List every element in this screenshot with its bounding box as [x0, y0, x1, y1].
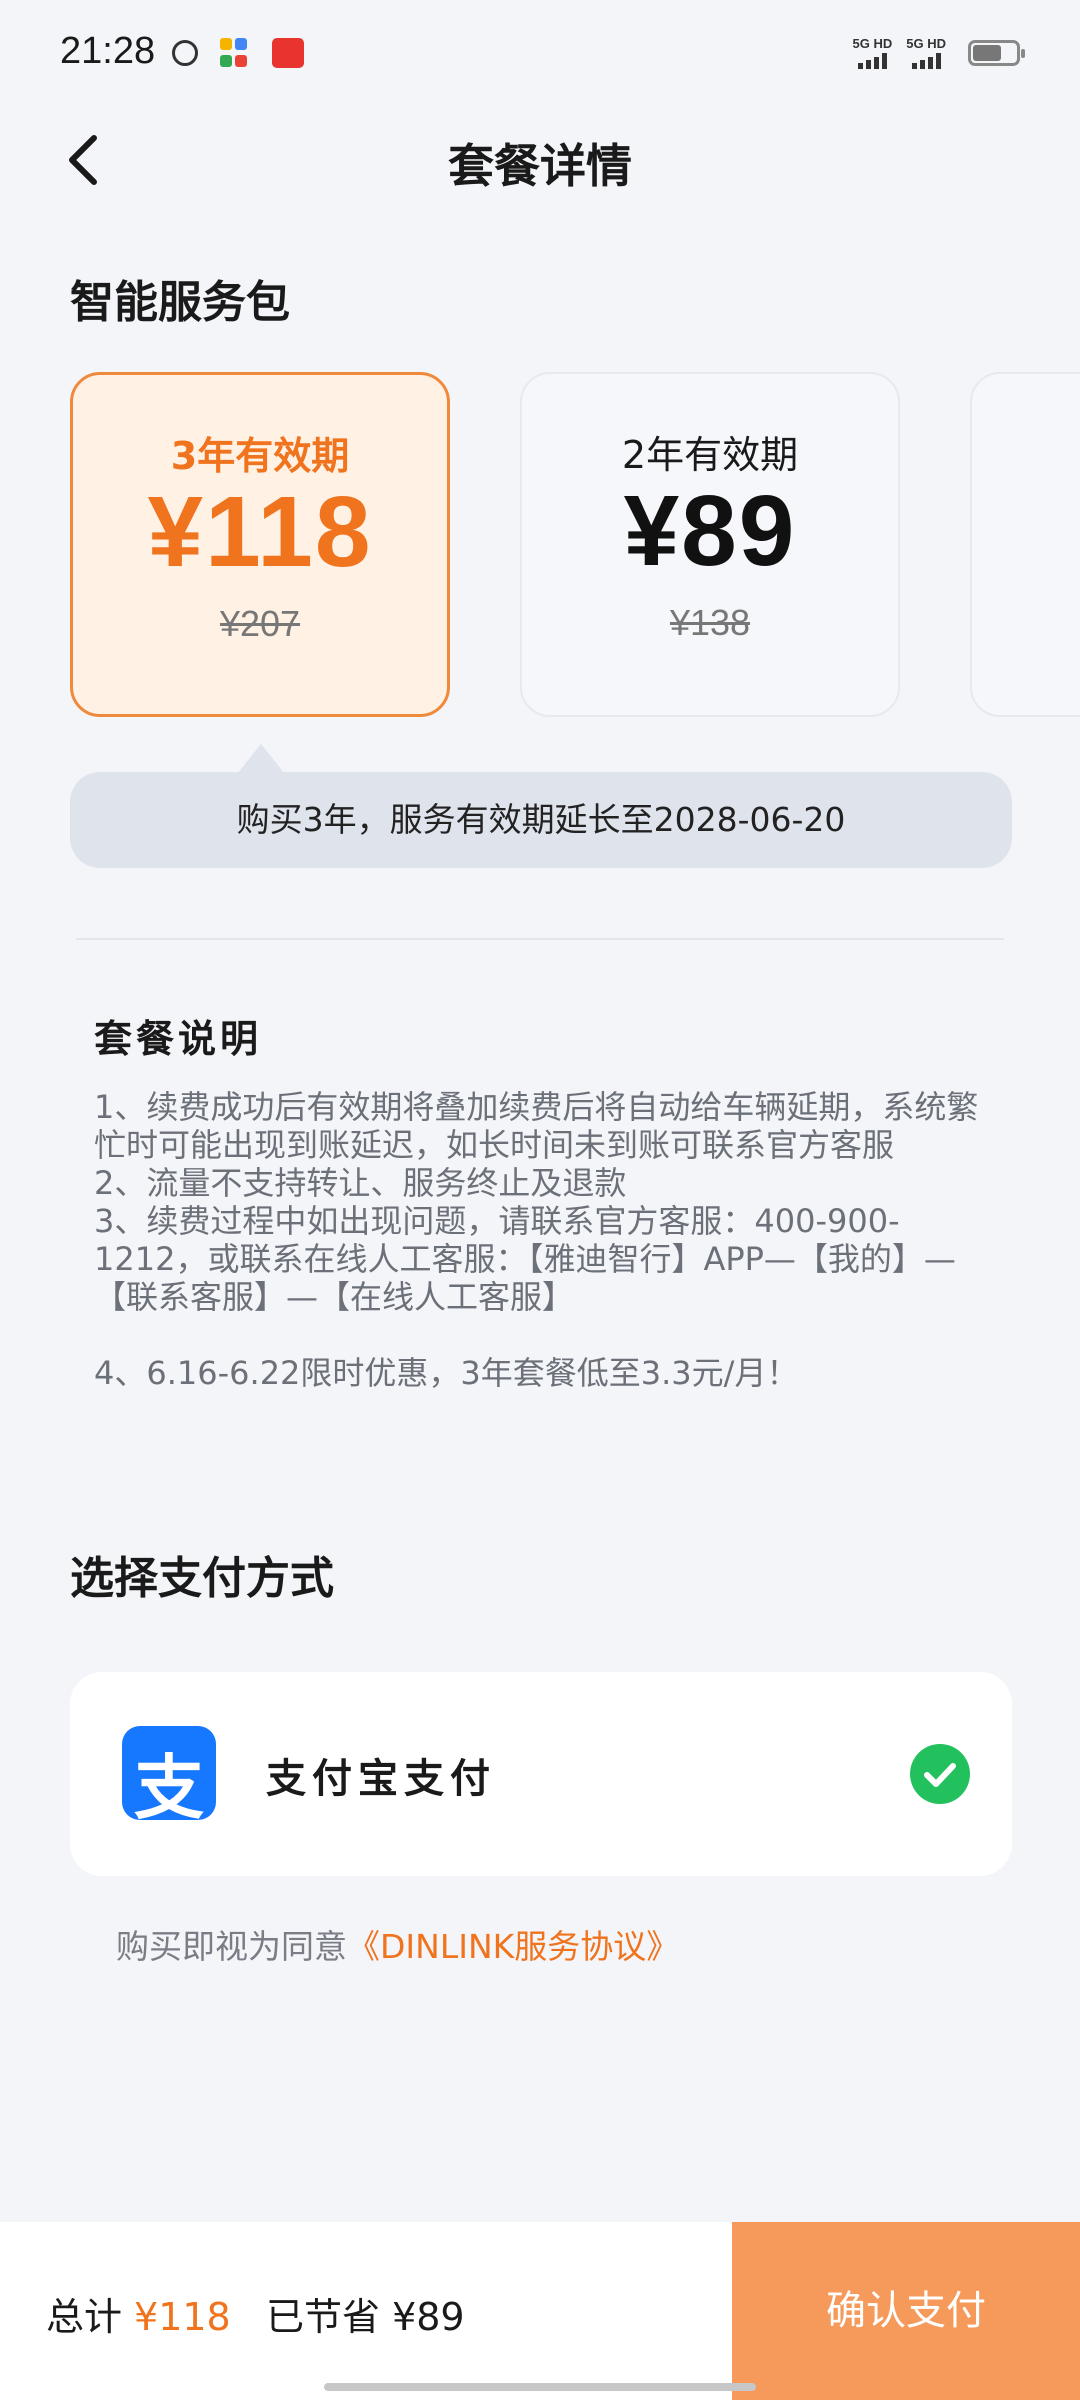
- divider: [76, 938, 1004, 940]
- status-bar: 21:28 5G HD 5G HD: [0, 0, 1080, 110]
- description-title: 套餐说明: [94, 1017, 263, 1061]
- plan-original-price: ¥138: [669, 602, 751, 643]
- plan-price: ¥118: [147, 476, 373, 588]
- agreement-prefix: 购买即视为同意: [116, 1927, 347, 1966]
- payment-section-title: 选择支付方式: [70, 1553, 334, 1604]
- total-amount: ¥118: [134, 2295, 231, 2339]
- alipay-icon: 支: [122, 1726, 216, 1829]
- plan-period: 2年有效期: [621, 433, 799, 477]
- signal-icon: 5G HD: [853, 36, 892, 69]
- plan-tip: 购买3年，服务有效期延长至2028-06-20: [70, 772, 1012, 868]
- plan-card-2-year[interactable]: 2年有效期 ¥89 ¥138: [520, 372, 900, 717]
- signal-icon: 5G HD: [906, 36, 946, 69]
- total-price: 总计 ¥118: [46, 2286, 231, 2341]
- confirm-pay-button[interactable]: 确认支付: [732, 2222, 1080, 2400]
- description-line: 4、6.16-6.22限时优惠，3年套餐低至3.3元/月！: [94, 1354, 799, 1392]
- status-time: 21:28: [60, 30, 156, 72]
- plan-original-price: ¥207: [219, 603, 301, 644]
- plan-card-partial[interactable]: [970, 372, 1080, 717]
- plan-card-3-year[interactable]: 3年有效期 ¥118 ¥207: [70, 372, 450, 717]
- description-line: 3、续费过程中如出现问题，请联系官方客服：400-900-1212，或联系在线人…: [94, 1202, 956, 1316]
- description-line: 1、续费成功后有效期将叠加续费后将自动给车辆延期，系统繁忙时可能出现到账延迟，如…: [94, 1088, 979, 1164]
- app-grid-icon: [220, 38, 250, 68]
- tip-arrow: [237, 744, 285, 774]
- plan-price: ¥89: [623, 475, 797, 587]
- check-icon[interactable]: [910, 1744, 970, 1804]
- plan-period: 3年有效期: [170, 434, 350, 478]
- description-line: 2、流量不支持转让、服务终止及退款: [94, 1164, 627, 1202]
- description-body: 1、续费成功后有效期将叠加续费后将自动给车辆延期，系统繁忙时可能出现到账延迟，如…: [94, 1088, 994, 1392]
- total-label: 总计: [46, 2295, 123, 2339]
- page-title: 套餐详情: [448, 139, 632, 193]
- status-notification-icons: [172, 38, 304, 68]
- checkout-bar: 总计 ¥118 已节省 ¥89 确认支付: [0, 2222, 1080, 2400]
- cloud-icon: [172, 40, 198, 66]
- battery-icon: [968, 39, 1025, 66]
- app-badge-icon: [272, 38, 304, 68]
- package-section-title: 智能服务包: [70, 277, 290, 328]
- plan-list: 3年有效期 ¥118 ¥207 2年有效期 ¥89 ¥138: [70, 372, 1080, 717]
- agreement-link[interactable]: 《DINLINK服务协议》: [347, 1927, 679, 1966]
- home-indicator[interactable]: [324, 2383, 756, 2391]
- alipay-option[interactable]: 支 支付宝支付: [70, 1672, 1012, 1876]
- saved-amount: 已节省 ¥89: [266, 2295, 465, 2339]
- agreement-text: 购买即视为同意《DINLINK服务协议》: [116, 1920, 679, 1968]
- nav-header: 套餐详情: [0, 110, 1080, 210]
- status-system-icons: 5G HD 5G HD: [853, 36, 1025, 69]
- payment-method-label: 支付宝支付: [266, 1756, 496, 1802]
